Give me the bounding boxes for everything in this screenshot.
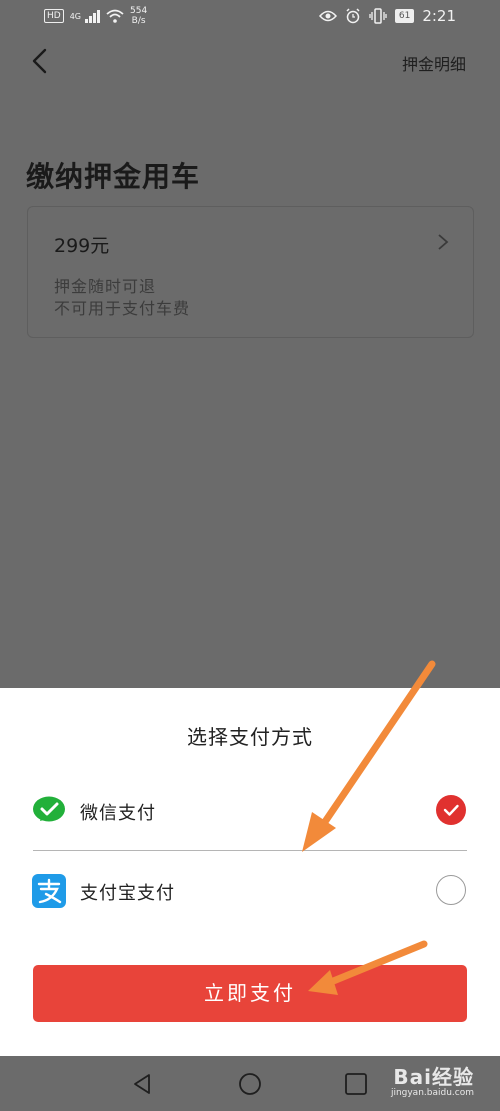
deposit-detail-link[interactable]: 押金明细 [402,51,466,75]
network-type: 4G [69,11,81,21]
baidu-jingyan-watermark: Bai经验 jingyan.baidu.com [391,1061,474,1098]
eye-icon [318,10,337,22]
watermark-url: jingyan.baidu.com [390,1088,474,1098]
alipay-icon [32,874,66,908]
selected-check-icon[interactable] [436,795,466,825]
unselected-radio-icon[interactable] [436,875,466,905]
vibrate-icon [369,8,387,24]
watermark-logo: Bai经验 [393,1065,474,1089]
payment-option-label: 微信支付 [80,803,156,824]
deposit-note-not-fare: 不可用于支付车费 [54,299,191,318]
status-right: 61 2:21 [318,7,456,25]
network-speed: 554 B/s [130,6,147,26]
sheet-title: 选择支付方式 [187,725,313,749]
speed-value: 554 [130,6,148,16]
wechat-pay-icon [33,796,65,822]
signal-icon [85,9,100,23]
status-left: HD 4G 554 B/s [44,6,147,26]
payment-method-sheet: 选择支付方式 微信支付 支付宝支付 立即支付 [0,688,500,1056]
alarm-icon [346,8,360,24]
speed-unit: B/s [131,16,146,26]
option-divider [33,850,467,851]
deposit-card[interactable]: 299元 押金随时可退 不可用于支付车费 [27,206,474,338]
nav-home-icon[interactable] [238,1072,262,1096]
chevron-left-icon[interactable] [26,46,56,76]
status-bar: HD 4G 554 B/s 61 2:21 [0,0,500,34]
wifi-icon [106,9,124,23]
nav-back-icon[interactable] [130,1072,154,1096]
page-title: 缴纳押金用车 [26,160,201,193]
payment-option-wechat[interactable]: 微信支付 [0,772,500,850]
clock: 2:21 [422,7,456,25]
payment-option-label: 支付宝支付 [80,883,175,904]
battery-icon: 61 [394,9,415,23]
chevron-right-icon [438,234,449,250]
system-nav-bar: Bai经验 jingyan.baidu.com [0,1056,500,1111]
background-page: HD 4G 554 B/s 61 2:21 押金明细 缴纳押金用车 299元 押… [0,0,500,688]
hd-badge: HD [44,9,64,23]
pay-now-button[interactable]: 立即支付 [33,965,467,1022]
deposit-amount: 299元 [54,235,110,257]
payment-option-alipay[interactable]: 支付宝支付 [0,852,500,930]
deposit-note-refundable: 押金随时可退 [54,277,157,296]
nav-recent-icon[interactable] [344,1072,368,1096]
